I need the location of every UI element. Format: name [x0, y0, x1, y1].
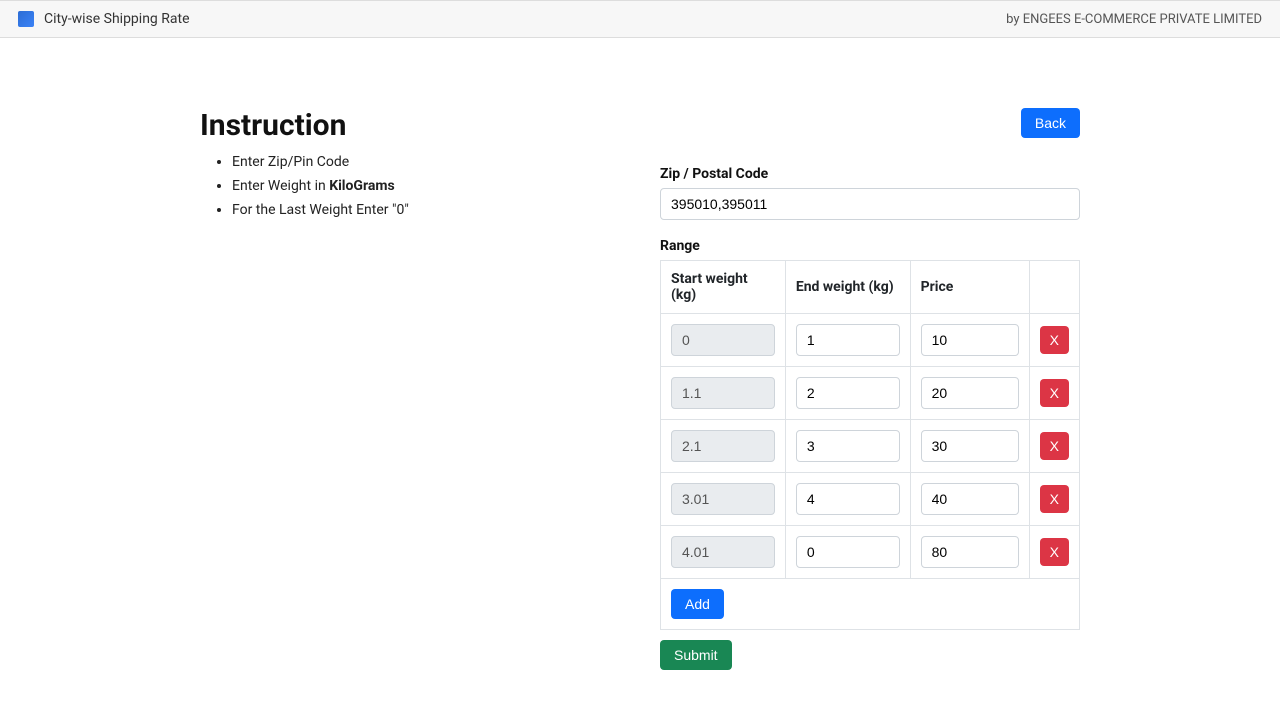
zip-label: Zip / Postal Code [660, 166, 1080, 182]
instruction-item: For the Last Weight Enter "0" [232, 199, 620, 223]
price-input[interactable] [921, 536, 1019, 568]
instructions-column: Instruction Enter Zip/Pin Code Enter Wei… [200, 108, 620, 222]
by-line: by ENGEES E-COMMERCE PRIVATE LIMITED [1006, 12, 1262, 27]
delete-row-button[interactable]: X [1040, 432, 1069, 460]
col-end: End weight (kg) [785, 261, 910, 314]
range-label: Range [660, 238, 1080, 254]
end-weight-input[interactable] [796, 483, 900, 515]
top-bar: City-wise Shipping Rate by ENGEES E-COMM… [0, 0, 1280, 38]
instruction-item: Enter Zip/Pin Code [232, 151, 620, 175]
start-weight-input [671, 377, 775, 409]
end-weight-input[interactable] [796, 536, 900, 568]
app-icon [18, 11, 34, 27]
form-column: Back Zip / Postal Code Range Start weigh… [660, 108, 1080, 670]
instruction-text: For the Last Weight Enter "0" [232, 202, 409, 218]
top-bar-left: City-wise Shipping Rate [18, 11, 190, 27]
add-row-cell: Add [661, 579, 1080, 630]
col-price: Price [910, 261, 1029, 314]
form-top-actions: Back [660, 108, 1080, 138]
instruction-item: Enter Weight in KiloGrams [232, 175, 620, 199]
table-row: X [661, 420, 1080, 473]
delete-row-button[interactable]: X [1040, 485, 1069, 513]
table-row: X [661, 473, 1080, 526]
range-table: Start weight (kg) End weight (kg) Price … [660, 260, 1080, 630]
start-weight-input [671, 324, 775, 356]
start-weight-input [671, 483, 775, 515]
end-weight-input[interactable] [796, 377, 900, 409]
table-row: X [661, 526, 1080, 579]
delete-row-button[interactable]: X [1040, 326, 1069, 354]
add-button[interactable]: Add [671, 589, 724, 619]
price-input[interactable] [921, 324, 1019, 356]
delete-row-button[interactable]: X [1040, 538, 1069, 566]
start-weight-input [671, 430, 775, 462]
by-prefix: by [1006, 12, 1023, 27]
zip-group: Zip / Postal Code [660, 166, 1080, 220]
back-button[interactable]: Back [1021, 108, 1080, 138]
table-row: X [661, 314, 1080, 367]
submit-button[interactable]: Submit [660, 640, 732, 670]
instruction-text: Enter Zip/Pin Code [232, 154, 349, 170]
delete-row-button[interactable]: X [1040, 379, 1069, 407]
main-container: Instruction Enter Zip/Pin Code Enter Wei… [190, 108, 1090, 670]
col-start: Start weight (kg) [661, 261, 786, 314]
end-weight-input[interactable] [796, 324, 900, 356]
price-input[interactable] [921, 430, 1019, 462]
zip-input[interactable] [660, 188, 1080, 220]
price-input[interactable] [921, 377, 1019, 409]
table-row: X [661, 367, 1080, 420]
app-title: City-wise Shipping Rate [44, 11, 190, 27]
start-weight-input [671, 536, 775, 568]
company-name: ENGEES E-COMMERCE PRIVATE LIMITED [1023, 12, 1262, 27]
col-actions [1029, 261, 1079, 314]
price-input[interactable] [921, 483, 1019, 515]
instruction-text: Enter Weight in [232, 178, 329, 194]
end-weight-input[interactable] [796, 430, 900, 462]
instruction-list: Enter Zip/Pin Code Enter Weight in KiloG… [200, 151, 620, 222]
instruction-bold: KiloGrams [329, 178, 394, 194]
instruction-heading: Instruction [200, 108, 620, 143]
